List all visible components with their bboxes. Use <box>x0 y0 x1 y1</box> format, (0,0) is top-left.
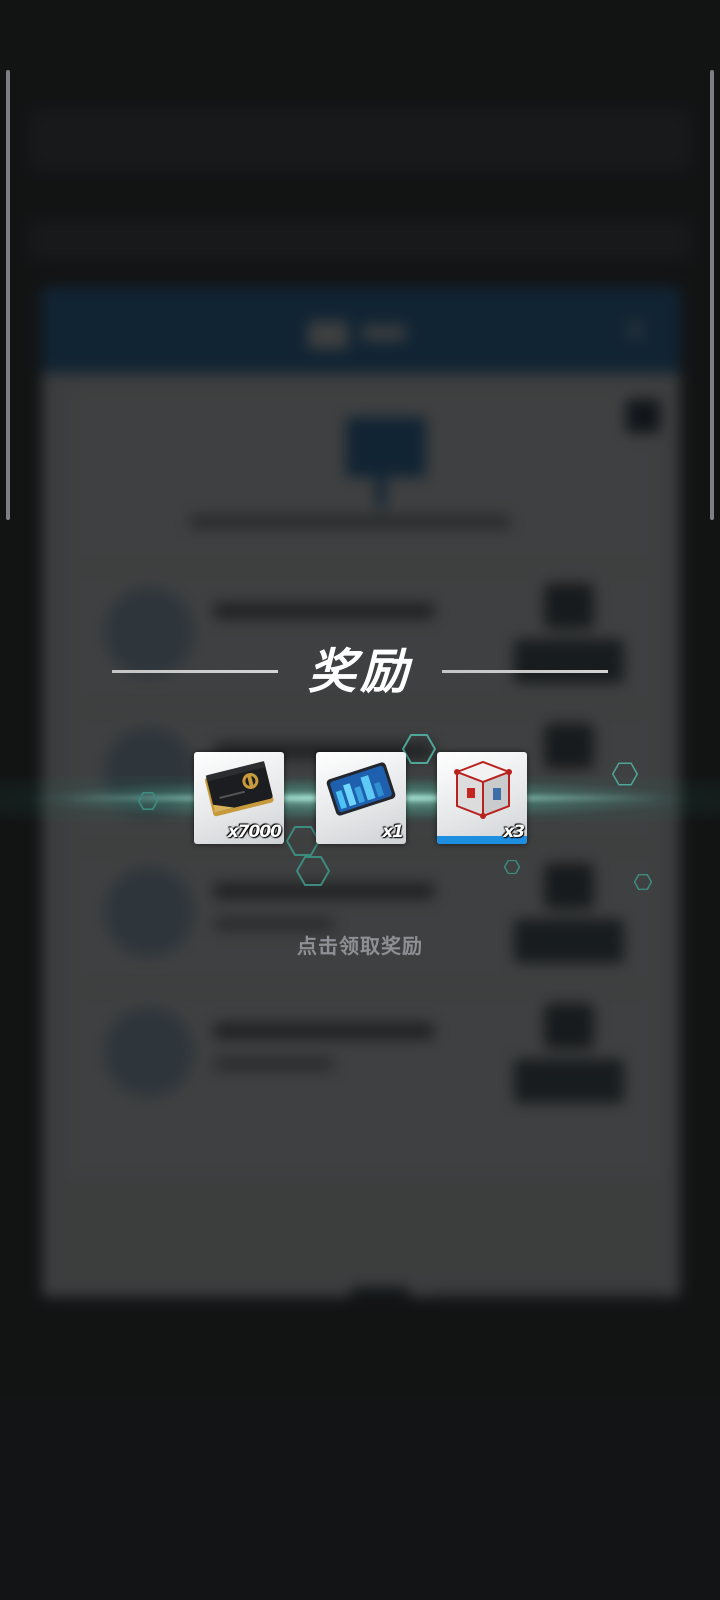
title-divider-left <box>112 670 278 673</box>
reward-title: 奖励 <box>307 644 412 700</box>
hexagon-decoration <box>611 762 639 786</box>
title-divider-right <box>442 670 608 673</box>
reward-items: x7000 x1 x3 <box>194 752 528 846</box>
reward-title-row: 奖励 <box>0 626 720 718</box>
hexagon-decoration <box>137 791 159 811</box>
hexagon-decoration <box>503 859 521 875</box>
reward-quantity: x3 <box>503 822 525 842</box>
reward-item-currency-card[interactable]: x7000 <box>194 752 284 844</box>
blue-card-icon <box>322 758 400 820</box>
hexagon-decoration <box>295 856 331 886</box>
reward-item-blue-card[interactable]: x1 <box>316 752 406 844</box>
screen[interactable]: 奖励 x7000 x1 x3 点击领取奖励 <box>0 0 720 1600</box>
hexagon-decoration <box>633 873 653 891</box>
supply-crate-icon <box>443 758 521 820</box>
tap-to-claim-hint[interactable]: 点击领取奖励 <box>0 930 720 960</box>
right-edge-bar <box>710 70 714 520</box>
currency-card-icon <box>200 758 278 820</box>
reward-quantity: x7000 <box>227 822 282 842</box>
left-edge-bar <box>6 70 10 520</box>
reward-quantity: x1 <box>382 822 404 842</box>
reward-item-supply-crate[interactable]: x3 <box>437 752 527 844</box>
